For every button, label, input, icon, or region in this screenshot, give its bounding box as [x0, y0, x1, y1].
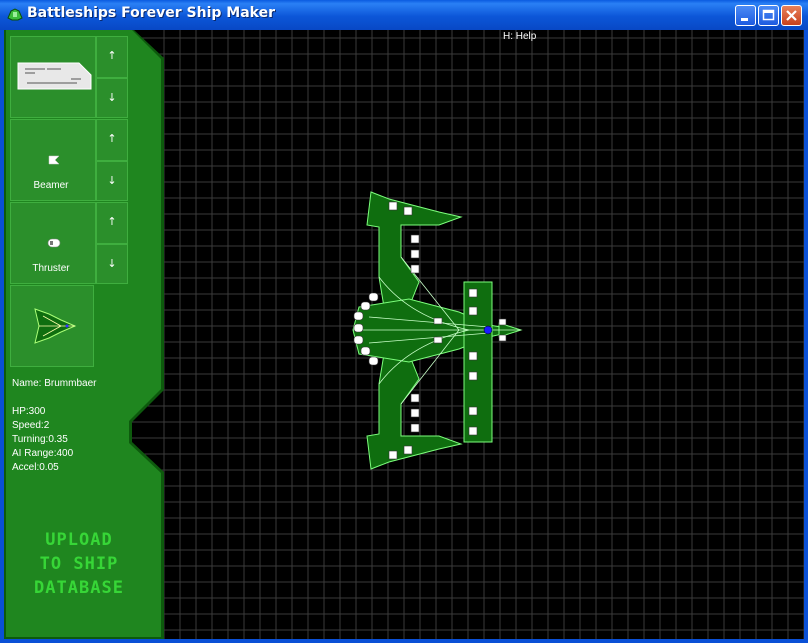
close-button[interactable] — [781, 5, 802, 26]
stat-speed: Speed:2 — [12, 420, 50, 431]
upload-to-ship-database-button[interactable]: UPLOAD TO SHIP DATABASE — [17, 528, 141, 600]
part-palette-sidebar: ↑ ↓ Beamer ↑ ↓ Thruster ↑ ↓ Name: Brummb… — [4, 30, 166, 639]
window-frame-right — [804, 30, 808, 643]
stat-ai-range: AI Range:400 — [12, 448, 74, 459]
ship-preview-icon — [34, 308, 77, 344]
title-bar[interactable]: Battleships Forever Ship Maker — [0, 0, 808, 30]
app-ship-icon — [7, 8, 23, 21]
move-up-button-1[interactable]: ↑ — [96, 36, 128, 78]
move-down-button-1[interactable]: ↓ — [96, 78, 128, 118]
palette-slot-hull[interactable] — [10, 36, 96, 118]
ship-model[interactable] — [349, 187, 524, 474]
arrow-up-icon: ↑ — [107, 215, 117, 228]
palette-slot-beamer[interactable]: Beamer — [10, 119, 96, 201]
upload-line-1: UPLOAD — [45, 530, 113, 550]
ship-name: Name: Brummbaer — [12, 378, 97, 389]
upload-line-2: TO SHIP — [39, 554, 119, 574]
beamer-icon — [48, 155, 60, 165]
help-hint: H: Help — [503, 31, 537, 42]
minimize-icon — [741, 18, 748, 21]
arrow-down-icon: ↓ — [107, 174, 117, 187]
close-icon — [786, 10, 797, 21]
thruster-icon — [47, 238, 61, 248]
stat-hp: HP:300 — [12, 406, 46, 417]
maximize-button[interactable] — [758, 5, 779, 26]
maximize-icon — [762, 9, 775, 21]
arrow-down-icon: ↓ — [107, 257, 117, 270]
arrow-down-icon: ↓ — [107, 91, 117, 104]
hull-section-icon — [17, 62, 92, 90]
thruster-label: Thruster — [32, 263, 70, 274]
window-frame-bottom — [0, 639, 808, 643]
arrow-up-icon: ↑ — [107, 49, 117, 62]
stat-turning: Turning:0.35 — [12, 434, 68, 445]
move-down-button-3[interactable]: ↓ — [96, 244, 128, 284]
palette-slot-thruster[interactable]: Thruster — [10, 202, 96, 284]
editor-client-area: H: Help ↑ ↓ Beamer ↑ ↓ Thruster ↑ ↓ Name… — [4, 30, 804, 639]
upload-line-3: DATABASE — [34, 578, 124, 598]
move-up-button-2[interactable]: ↑ — [96, 119, 128, 161]
move-down-button-2[interactable]: ↓ — [96, 161, 128, 201]
ship-preview[interactable] — [10, 285, 94, 367]
window-title: Battleships Forever Ship Maker — [27, 5, 275, 21]
move-up-button-3[interactable]: ↑ — [96, 202, 128, 244]
stat-accel: Accel:0.05 — [12, 462, 59, 473]
arrow-up-icon: ↑ — [107, 132, 117, 145]
beamer-label: Beamer — [33, 180, 69, 191]
minimize-button[interactable] — [735, 5, 756, 26]
